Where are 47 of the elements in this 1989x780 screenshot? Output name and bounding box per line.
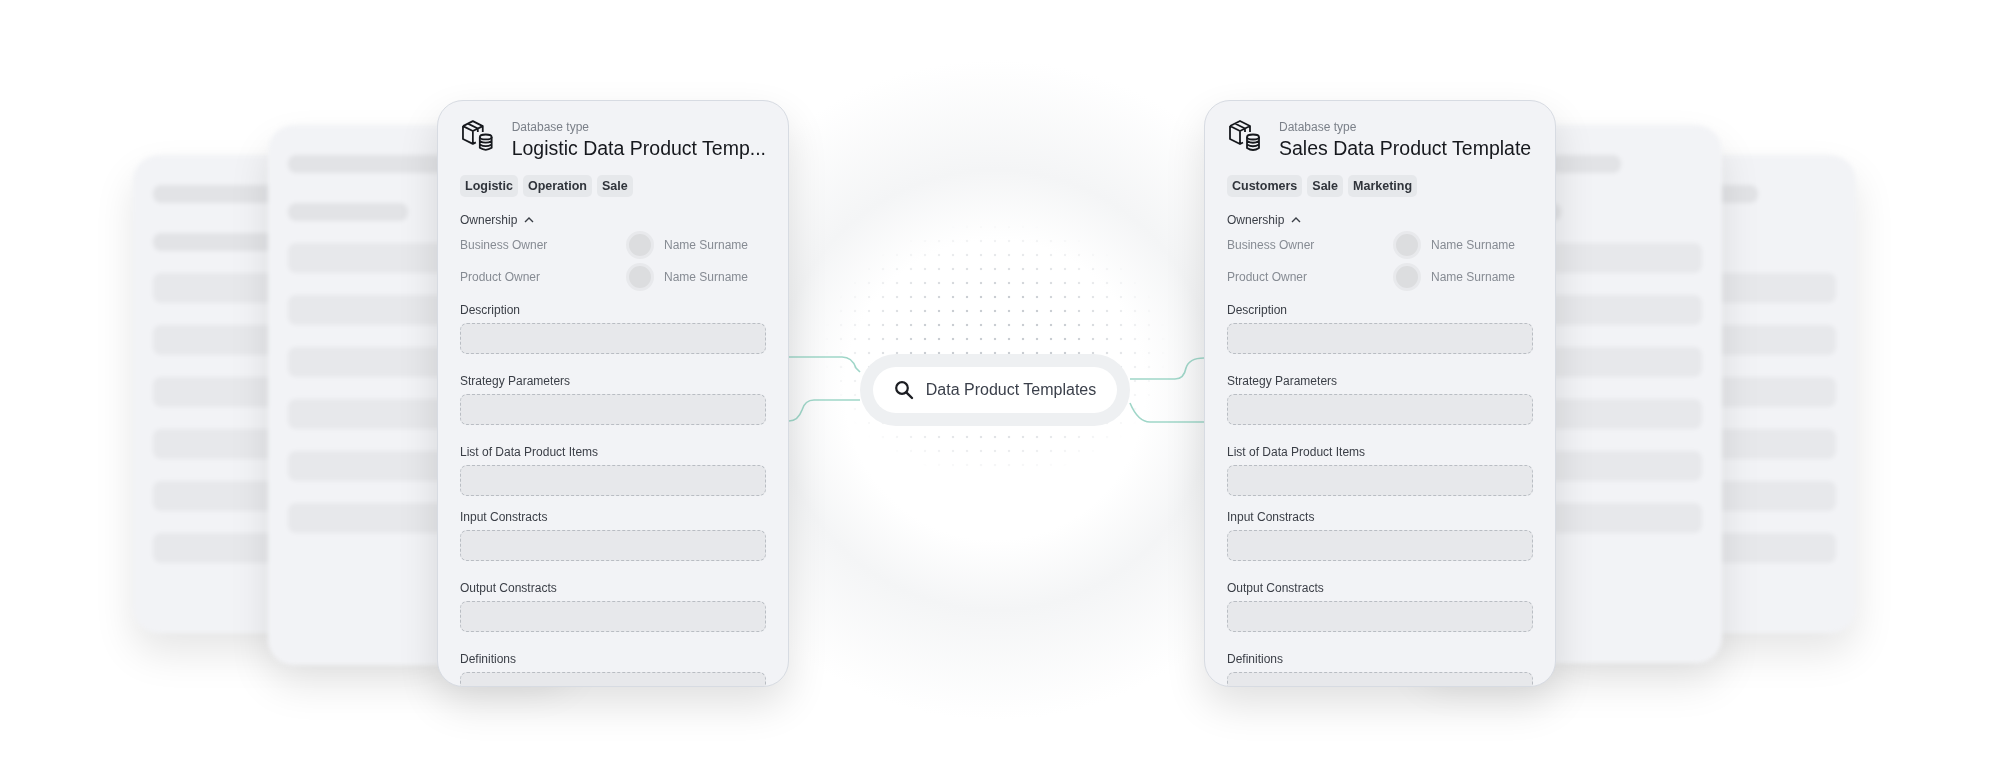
field-label: Definitions bbox=[1227, 652, 1285, 666]
card-subtitle: Database type bbox=[511, 120, 591, 134]
field-label: Input Constracts bbox=[460, 510, 549, 524]
search-pill[interactable]: Data Product Templates bbox=[873, 367, 1117, 413]
field-label: List of Data Product Items bbox=[460, 445, 600, 459]
tag: Sale bbox=[1307, 175, 1343, 197]
tag: Marketing bbox=[1348, 175, 1418, 197]
owner-name: Name Surname bbox=[1431, 238, 1517, 252]
field-label: Output Constracts bbox=[1227, 581, 1325, 595]
owner-name: Name Surname bbox=[664, 270, 750, 284]
input-field[interactable] bbox=[460, 465, 766, 496]
section-label: Ownership bbox=[1227, 213, 1285, 227]
box-database-icon bbox=[1227, 118, 1261, 152]
card-title: Logistic Data Product Temp... bbox=[511, 137, 766, 160]
field-label: Strategy Parameters bbox=[460, 374, 572, 388]
card-subtitle: Database type bbox=[1279, 120, 1358, 134]
owner-role: Product Owner bbox=[460, 270, 542, 284]
tag: Customers bbox=[1227, 175, 1303, 197]
owner-name: Name Surname bbox=[1431, 270, 1517, 284]
input-field[interactable] bbox=[1227, 530, 1533, 561]
box-database-icon bbox=[460, 118, 494, 152]
input-field[interactable] bbox=[1227, 323, 1533, 354]
owner-role: Business Owner bbox=[1227, 238, 1316, 252]
field-label: Description bbox=[460, 303, 522, 317]
input-field[interactable] bbox=[460, 530, 766, 561]
input-field[interactable] bbox=[460, 323, 766, 354]
input-field[interactable] bbox=[1227, 465, 1533, 496]
owner-name: Name Surname bbox=[664, 238, 750, 252]
input-field[interactable] bbox=[460, 394, 766, 425]
search-label: Data Product Templates bbox=[925, 381, 1097, 399]
field-label: Definitions bbox=[460, 652, 518, 666]
input-field[interactable] bbox=[1227, 601, 1533, 632]
section-label: Ownership bbox=[460, 213, 518, 227]
tag: Logistic bbox=[460, 175, 518, 197]
tag: Operation bbox=[522, 175, 592, 197]
card-title: Sales Data Product Template bbox=[1279, 137, 1532, 160]
tag: Sale bbox=[596, 175, 633, 197]
search-icon bbox=[893, 380, 914, 400]
owner-role: Business Owner bbox=[460, 238, 549, 252]
field-label: Strategy Parameters bbox=[1227, 374, 1339, 388]
field-label: Output Constracts bbox=[460, 581, 558, 595]
field-label: Description bbox=[1227, 303, 1289, 317]
owner-role: Product Owner bbox=[1227, 270, 1309, 284]
input-field[interactable] bbox=[460, 601, 766, 632]
field-label: List of Data Product Items bbox=[1227, 445, 1367, 459]
field-label: Input Constracts bbox=[1227, 510, 1316, 524]
input-field[interactable] bbox=[1227, 394, 1533, 425]
